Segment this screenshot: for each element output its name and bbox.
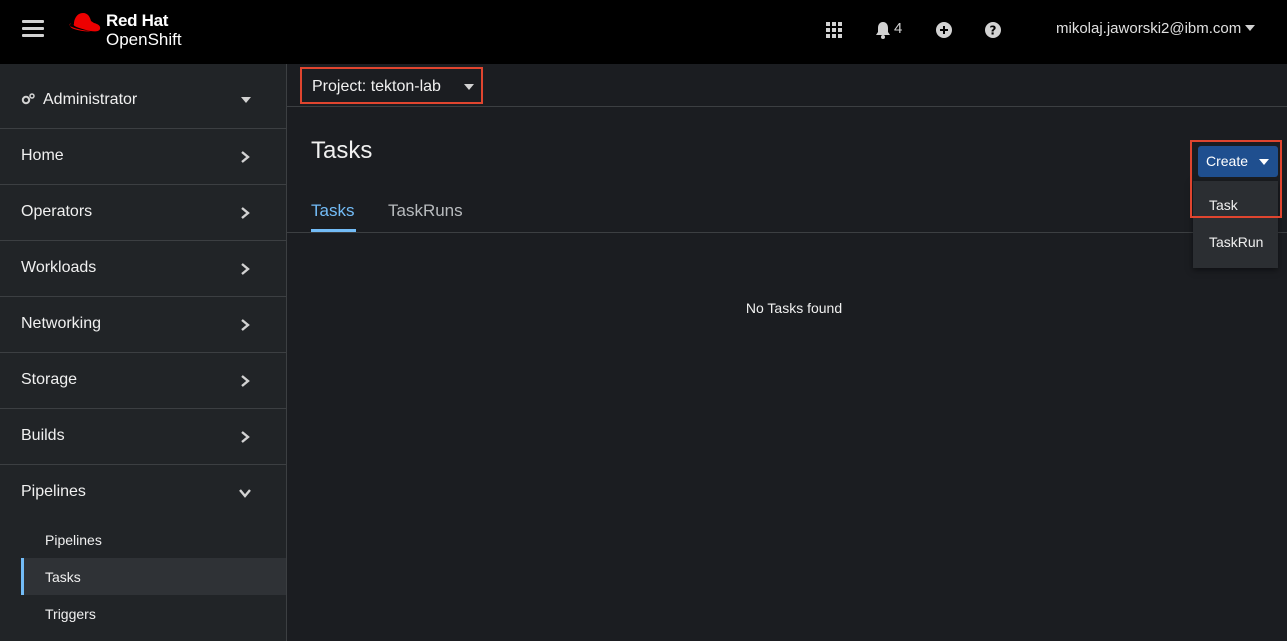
sidebar-item-label: Workloads xyxy=(21,259,97,276)
menu-item-label: TaskRun xyxy=(1209,234,1264,250)
sidebar-subitem-label: Tasks xyxy=(45,569,81,585)
sidebar-item-pipelines[interactable]: Pipelines xyxy=(0,465,286,521)
active-tab-indicator xyxy=(311,229,356,232)
sidebar-subitem-tasks[interactable]: Tasks xyxy=(21,558,286,595)
sidebar-item-label: Networking xyxy=(21,315,102,332)
sidebar: Administrator Home Operators Workloads N… xyxy=(0,64,287,641)
tab-tasks[interactable]: Tasks xyxy=(311,201,354,221)
brand-logo[interactable]: Red Hat OpenShift xyxy=(68,9,198,53)
project-selector[interactable]: Project: tekton-lab xyxy=(300,67,483,104)
bell-icon[interactable] xyxy=(873,20,893,40)
cogs-icon xyxy=(21,93,35,105)
chevron-right-icon xyxy=(241,431,250,443)
perspective-label: Administrator xyxy=(43,91,138,108)
tab-taskruns[interactable]: TaskRuns xyxy=(388,201,463,221)
sidebar-item-label: Home xyxy=(21,147,64,164)
apps-grid-icon[interactable] xyxy=(824,20,844,40)
masthead: Red Hat OpenShift 4 ? mikolaj.jaworski2@… xyxy=(0,0,1287,64)
chevron-down-icon xyxy=(239,489,251,498)
create-button-label: Create xyxy=(1206,153,1249,169)
chevron-right-icon xyxy=(241,319,250,331)
sidebar-item-workloads[interactable]: Workloads xyxy=(0,241,286,297)
caret-down-icon xyxy=(241,97,251,103)
brand-line2: OpenShift xyxy=(106,30,182,49)
sidebar-item-label: Operators xyxy=(21,203,93,220)
sidebar-item-operators[interactable]: Operators xyxy=(0,185,286,241)
sidebar-subitem-label: Pipelines xyxy=(45,532,102,548)
help-icon[interactable]: ? xyxy=(983,20,1003,40)
caret-down-icon xyxy=(1245,25,1256,31)
perspective-switcher[interactable]: Administrator xyxy=(0,64,286,129)
sidebar-item-label: Storage xyxy=(21,371,78,388)
plus-circle-icon[interactable] xyxy=(934,20,954,40)
sidebar-subitem-label: Triggers xyxy=(45,606,96,622)
empty-state-message: No Tasks found xyxy=(745,300,843,316)
chevron-right-icon xyxy=(241,263,250,275)
tab-bar: Tasks TaskRuns xyxy=(287,190,1287,233)
chevron-right-icon xyxy=(241,375,250,387)
brand-line1: Red Hat xyxy=(106,11,169,30)
sidebar-item-builds[interactable]: Builds xyxy=(0,409,286,465)
sidebar-subitem-pipelines[interactable]: Pipelines xyxy=(21,521,286,558)
chevron-right-icon xyxy=(241,151,250,163)
menu-icon[interactable] xyxy=(22,20,44,38)
sidebar-subitem-triggers[interactable]: Triggers xyxy=(21,595,286,632)
create-button[interactable]: Create xyxy=(1198,146,1278,177)
caret-down-icon xyxy=(1259,159,1269,165)
caret-down-icon xyxy=(464,84,474,90)
sidebar-item-label: Pipelines xyxy=(21,483,86,500)
sidebar-item-storage[interactable]: Storage xyxy=(0,353,286,409)
sidebar-item-home[interactable]: Home xyxy=(0,129,286,185)
sidebar-item-label: Builds xyxy=(21,427,65,444)
project-bar: Project: tekton-lab xyxy=(287,64,1287,107)
user-name: mikolaj.jaworski2@ibm.com xyxy=(1056,20,1242,37)
svg-text:?: ? xyxy=(990,24,997,38)
chevron-right-icon xyxy=(241,207,250,219)
menu-item-taskrun[interactable]: TaskRun xyxy=(1193,226,1278,263)
user-menu[interactable]: mikolaj.jaworski2@ibm.com xyxy=(1056,20,1256,37)
sidebar-item-networking[interactable]: Networking xyxy=(0,297,286,353)
project-label: Project: tekton-lab xyxy=(312,78,441,95)
page-title: Tasks xyxy=(311,137,373,164)
notification-count[interactable]: 4 xyxy=(894,20,902,37)
red-hat-icon xyxy=(69,13,101,32)
